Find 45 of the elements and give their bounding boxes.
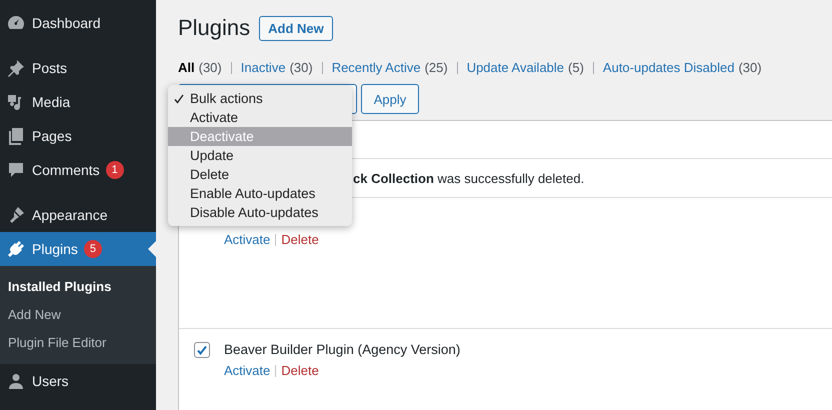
submenu-item[interactable]: Add New — [0, 301, 156, 329]
submenu-item[interactable]: Installed Plugins — [0, 273, 156, 301]
menu-item[interactable]: Users — [0, 364, 156, 398]
apply-button[interactable]: Apply — [361, 84, 419, 114]
menu-item[interactable]: Media — [0, 85, 156, 119]
plug-icon — [6, 239, 26, 259]
page-title: Plugins — [178, 15, 250, 41]
row-action-link[interactable]: Delete — [281, 363, 319, 378]
menu-option[interactable]: Delete — [168, 165, 352, 184]
row-action-link[interactable]: Activate — [224, 232, 270, 247]
pin-icon — [6, 58, 26, 78]
current-pointer — [148, 241, 156, 257]
row-action-link[interactable]: Delete — [281, 232, 319, 247]
menu-item[interactable]: Comments 1 — [0, 153, 156, 187]
filter-link[interactable]: Inactive — [240, 60, 286, 75]
filter-link[interactable]: Recently Active — [332, 60, 421, 75]
filter-count: (30) — [738, 60, 762, 75]
row-checkbox[interactable] — [194, 342, 210, 358]
menu-option[interactable]: Disable Auto-updates — [168, 203, 352, 222]
comment-icon — [6, 160, 26, 180]
pages-icon — [6, 126, 26, 146]
count-badge: 1 — [106, 161, 124, 179]
plugin-name: Beaver Builder Plugin (Agency Version) — [224, 342, 460, 359]
menu-item[interactable]: Posts — [0, 51, 156, 85]
submenu-item[interactable]: Plugin File Editor — [0, 329, 156, 357]
menu-option[interactable]: Bulk actions — [168, 89, 352, 108]
filter-link[interactable]: All — [178, 60, 195, 75]
filter-count: (30) — [290, 60, 313, 75]
menu-item[interactable]: Appearance — [0, 198, 156, 232]
add-new-button[interactable]: Add New — [259, 16, 333, 40]
menu-option[interactable]: Activate — [168, 108, 352, 127]
menu-item[interactable]: Dashboard — [0, 6, 156, 40]
row-action-link[interactable]: Activate — [224, 363, 270, 378]
menu-item[interactable]: Plugins 5 — [0, 232, 156, 266]
filter-count: (25) — [424, 60, 448, 75]
filter-count: (5) — [568, 60, 584, 75]
notice-text: ck Collection was successfully deleted. — [353, 170, 584, 186]
filter-link[interactable]: Update Available — [466, 60, 564, 75]
count-badge: 5 — [84, 240, 102, 258]
menu-option[interactable]: Update — [168, 146, 352, 165]
user-icon — [6, 371, 26, 391]
menu-option[interactable]: Enable Auto-updates — [168, 184, 352, 203]
filter-link[interactable]: Auto-updates Disabled — [602, 60, 734, 75]
menu-item[interactable]: Pages — [0, 119, 156, 153]
filter-count: (30) — [198, 60, 222, 75]
